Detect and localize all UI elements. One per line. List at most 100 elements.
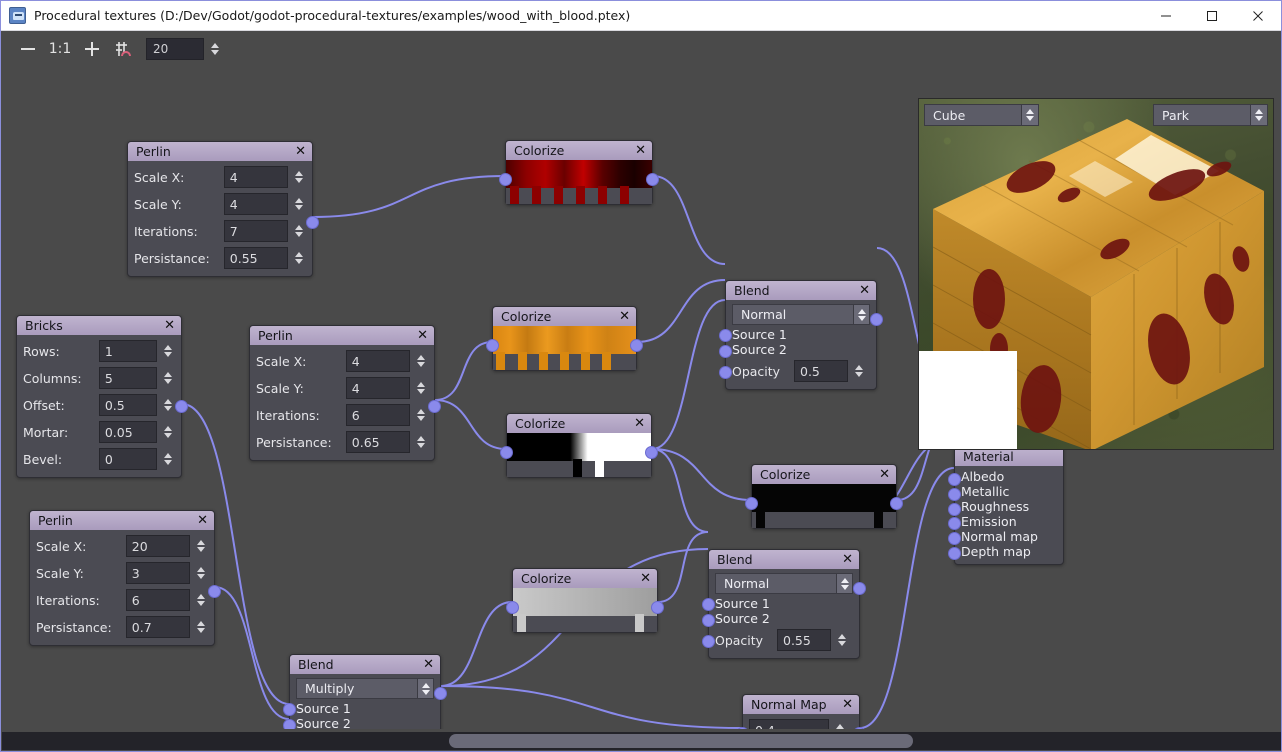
value-spinner[interactable] — [161, 340, 175, 362]
input-port-metallic[interactable] — [948, 487, 961, 501]
blend-mode-select[interactable]: Normal — [732, 304, 870, 325]
gradient-stop[interactable] — [573, 459, 582, 477]
node-header[interactable]: Perlin ✕ — [30, 511, 214, 530]
value-spinner[interactable] — [414, 377, 428, 399]
node-header[interactable]: Blend ✕ — [709, 550, 859, 569]
close-icon[interactable]: ✕ — [415, 326, 430, 345]
minimize-button[interactable] — [1143, 1, 1189, 31]
node-header[interactable]: Perlin ✕ — [128, 142, 312, 161]
zoom-input[interactable]: 20 — [146, 38, 204, 60]
gradient-stop[interactable] — [620, 186, 629, 204]
param-input[interactable]: 3 — [125, 562, 191, 584]
param-input[interactable]: 0.05 — [98, 421, 158, 443]
environment-select[interactable]: Park — [1153, 104, 1268, 126]
value-spinner[interactable] — [161, 421, 175, 443]
zoom-reset-button[interactable]: 1:1 — [44, 33, 76, 65]
output-port[interactable] — [890, 497, 903, 510]
value-spinner[interactable] — [833, 719, 847, 729]
gradient-stop[interactable] — [756, 510, 765, 528]
output-port[interactable] — [646, 173, 659, 186]
node-colorize-dark[interactable]: Colorize ✕ — [745, 464, 903, 529]
node-colorize-grey[interactable]: Colorize ✕ — [506, 568, 664, 633]
chevron-updown-icon[interactable] — [1021, 105, 1038, 125]
input-port-source2[interactable] — [702, 614, 715, 627]
output-port[interactable] — [434, 687, 447, 700]
param-input[interactable]: 0.65 — [345, 431, 411, 453]
gradient-preview[interactable] — [507, 433, 651, 477]
close-icon[interactable]: ✕ — [632, 414, 647, 433]
gradient-stop[interactable] — [598, 186, 607, 204]
node-header[interactable]: Colorize ✕ — [507, 414, 651, 433]
blend-mode-select[interactable]: Normal — [715, 573, 853, 594]
node-colorize-bw[interactable]: Colorize ✕ — [500, 413, 658, 478]
output-port[interactable] — [175, 400, 188, 413]
gradient-stop[interactable] — [518, 352, 527, 370]
node-blend-1[interactable]: Blend ✕ Normal Source 1 Source 2 Opacity 0.5 — [719, 280, 883, 390]
gradient-stop[interactable] — [539, 352, 548, 370]
gradient-stop[interactable] — [635, 614, 644, 632]
node-header[interactable]: Blend ✕ — [726, 281, 876, 300]
zoom-in-icon[interactable] — [76, 33, 108, 65]
gradient-stop[interactable] — [576, 186, 585, 204]
value-spinner[interactable] — [194, 535, 208, 557]
close-button[interactable] — [1235, 1, 1281, 31]
value-spinner[interactable] — [292, 247, 306, 269]
node-header[interactable]: Bricks ✕ — [17, 316, 181, 335]
value-spinner[interactable] — [194, 616, 208, 638]
amount-input[interactable]: 0.4 — [749, 719, 829, 729]
param-input[interactable]: 0 — [98, 448, 158, 470]
output-port[interactable] — [870, 313, 883, 326]
value-spinner[interactable] — [852, 360, 866, 382]
value-spinner[interactable] — [161, 367, 175, 389]
gradient-stop[interactable] — [510, 186, 519, 204]
chevron-updown-icon[interactable] — [853, 305, 869, 324]
input-port[interactable] — [745, 497, 758, 510]
gradient-preview[interactable] — [506, 160, 652, 204]
node-graph-canvas[interactable]: Perlin ✕ Scale X: 4 Scale Y: 4 Iterations: 7 Per… — [2, 66, 1281, 729]
close-icon[interactable]: ✕ — [633, 141, 648, 160]
input-port[interactable] — [500, 446, 513, 459]
gradient-preview[interactable] — [513, 588, 657, 632]
close-icon[interactable]: ✕ — [421, 655, 436, 674]
zoom-spinner[interactable] — [208, 38, 222, 60]
value-spinner[interactable] — [292, 166, 306, 188]
output-port[interactable] — [651, 601, 664, 614]
gradient-stop[interactable] — [517, 614, 526, 632]
node-header[interactable]: Normal Map ✕ — [743, 695, 859, 714]
close-icon[interactable]: ✕ — [840, 695, 855, 714]
output-port[interactable] — [645, 446, 658, 459]
param-input[interactable]: 7 — [223, 220, 289, 242]
opacity-input[interactable]: 0.55 — [777, 629, 831, 651]
input-port-opacity[interactable] — [702, 635, 715, 648]
zoom-stepper[interactable]: 20 — [146, 38, 222, 60]
param-input[interactable]: 20 — [125, 535, 191, 557]
value-spinner[interactable] — [161, 448, 175, 470]
param-input[interactable]: 1 — [98, 340, 158, 362]
node-blend-2[interactable]: Blend ✕ Normal Source 1 Source 2 Opacity 0.55 — [702, 549, 866, 659]
input-port-albedo[interactable] — [948, 473, 961, 486]
node-colorize-orange[interactable]: Colorize ✕ — [486, 306, 643, 371]
gradient-preview[interactable] — [752, 484, 896, 528]
gradient-stop[interactable] — [532, 186, 541, 204]
value-spinner[interactable] — [292, 193, 306, 215]
node-header[interactable]: Perlin ✕ — [250, 326, 434, 345]
input-port-source1[interactable] — [719, 329, 732, 342]
close-icon[interactable]: ✕ — [162, 316, 177, 335]
node-bricks-1[interactable]: Bricks ✕ Rows: 1 Columns: 5 Offset: 0.5 Mortar: 0… — [16, 315, 188, 478]
node-header[interactable]: Blend ✕ — [290, 655, 440, 674]
node-header[interactable]: Colorize ✕ — [506, 141, 652, 160]
mesh-select[interactable]: Cube — [924, 104, 1039, 126]
node-perlin-3[interactable]: Perlin ✕ Scale X: 20 Scale Y: 3 Iterations: 6 Pe… — [29, 510, 221, 646]
input-port-source2[interactable] — [719, 345, 732, 358]
param-input[interactable]: 4 — [223, 193, 289, 215]
value-spinner[interactable] — [414, 350, 428, 372]
opacity-input[interactable]: 0.5 — [794, 360, 848, 382]
blend-mode-select[interactable]: Multiply — [296, 678, 434, 699]
node-header[interactable]: Colorize ✕ — [752, 465, 896, 484]
gradient-stop[interactable] — [554, 186, 563, 204]
snap-grid-icon[interactable] — [108, 33, 140, 65]
output-port[interactable] — [428, 400, 441, 413]
value-spinner[interactable] — [194, 562, 208, 584]
close-icon[interactable]: ✕ — [195, 511, 210, 530]
close-icon[interactable]: ✕ — [857, 281, 872, 300]
